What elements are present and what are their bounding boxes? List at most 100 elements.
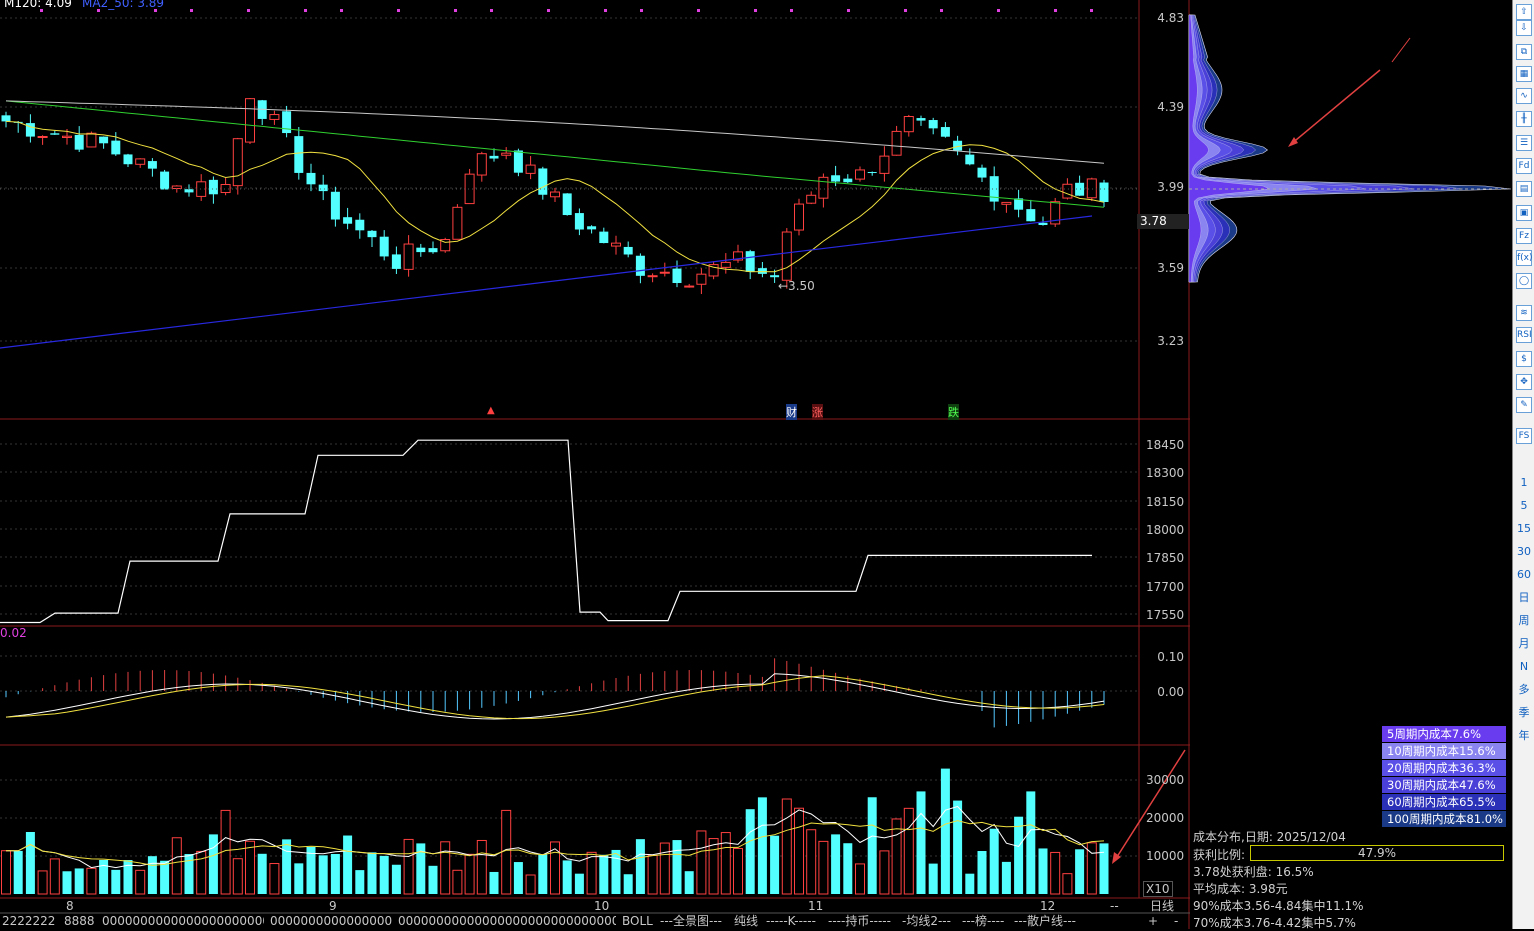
month-label: 9 [329, 899, 337, 913]
profit-bar: 47.9% [1250, 845, 1504, 861]
candle-body [599, 231, 609, 244]
volume-bar [330, 854, 340, 894]
candle-body [1086, 178, 1097, 199]
bottom-tab[interactable]: ---全景图--- [660, 914, 728, 929]
volume-bar [745, 809, 755, 894]
candle-body [550, 191, 560, 198]
bottom-tab[interactable]: 2222222 [2, 914, 60, 929]
volume-bar [428, 865, 438, 894]
candle-body [891, 130, 902, 156]
bottom-tab[interactable]: 8888 [64, 914, 98, 929]
bottom-tab[interactable]: ---散户线--- [1014, 914, 1086, 929]
circle-icon[interactable]: ◯ [1516, 273, 1532, 289]
bottom-tab[interactable]: 000000000000000000000000 [102, 914, 264, 929]
bottom-tab[interactable]: -----K----- [766, 914, 822, 929]
move-icon[interactable]: ✥ [1516, 374, 1532, 390]
candle-body [684, 285, 695, 288]
volume-bar [1001, 861, 1011, 894]
mid-tick: 18150 [1146, 495, 1185, 509]
volume-bar [928, 863, 938, 894]
signal-marker [754, 9, 757, 12]
arrow-up-icon[interactable]: ⇧ [1516, 4, 1532, 20]
period-label[interactable]: 日线 [1150, 899, 1180, 914]
wave-icon[interactable]: ≋ [1516, 305, 1532, 321]
volume-bar [696, 830, 707, 895]
event-marker-icon[interactable]: ▲ [487, 405, 495, 416]
period-button[interactable]: 日 [1515, 589, 1533, 607]
dash-button[interactable]: -- [1110, 899, 1124, 914]
volume-bar [160, 860, 170, 894]
period-button[interactable]: 1 [1515, 474, 1533, 492]
signal-marker [847, 9, 850, 12]
grid-icon[interactable]: ▤ [1516, 181, 1532, 197]
zoom-out-button[interactable]: - [1174, 914, 1186, 929]
bottom-tab[interactable]: ----持币----- [828, 914, 896, 929]
bottom-tab[interactable]: 纯线 [734, 914, 762, 929]
table-icon[interactable]: ▦ [1516, 66, 1532, 82]
candle-body [745, 251, 755, 272]
candle-body [611, 242, 621, 247]
line-chart-icon[interactable]: ∿ [1516, 88, 1532, 104]
period-button[interactable]: 季 [1515, 704, 1533, 722]
mid-tick: 18450 [1146, 438, 1185, 452]
cost-legend-row: 100周期内成本81.0% [1382, 811, 1506, 827]
holding-step-line [0, 439, 1092, 624]
chart-canvas[interactable] [0, 0, 1534, 929]
copy-icon[interactable]: ⧉ [1516, 44, 1532, 60]
signal-marker [697, 9, 700, 12]
candle-body [74, 134, 84, 150]
volume-bar [720, 832, 731, 895]
bottom-tab[interactable]: 0000000000000000003 [270, 914, 392, 929]
volume-bar [464, 853, 475, 895]
event-tag-finance[interactable]: 财 [786, 404, 797, 420]
money-icon[interactable]: $ [1516, 351, 1532, 367]
fzs-icon[interactable]: Fz [1516, 228, 1532, 244]
volume-bar [770, 835, 780, 894]
list-icon[interactable]: ☰ [1516, 135, 1532, 151]
period-button[interactable]: 15 [1515, 520, 1533, 538]
event-tag-fall[interactable]: 跌 [948, 404, 959, 420]
volume-tick: 30000 [1146, 773, 1185, 787]
period-button[interactable]: 年 [1515, 727, 1533, 745]
period-button[interactable]: 60 [1515, 566, 1533, 584]
fx-icon[interactable]: f(x) [1516, 250, 1533, 266]
candle-body [916, 118, 926, 121]
period-button[interactable]: N [1515, 658, 1533, 676]
bottom-tab[interactable]: 00000000000000000000000000000000003 [398, 914, 616, 929]
volume-bar [867, 797, 877, 894]
zoom-in-button[interactable]: + [1148, 914, 1160, 929]
bottom-tab[interactable]: ---榜---- [962, 914, 1010, 929]
period-button[interactable]: 多 [1515, 681, 1533, 699]
volume-bar [147, 856, 157, 894]
volume-bar [940, 768, 950, 894]
book-icon[interactable]: ▣ [1516, 205, 1532, 221]
fund-icon[interactable]: Fd [1516, 158, 1532, 174]
pen-icon[interactable]: ✎ [1516, 397, 1532, 413]
bottom-tab[interactable]: -均线2--- [902, 914, 958, 929]
profit-label: 获利比例: [1193, 848, 1246, 862]
arrow-down-icon[interactable]: ⇩ [1516, 20, 1532, 36]
fs-icon[interactable]: FS [1516, 428, 1532, 444]
candle-body [623, 246, 633, 255]
candle-body [501, 152, 512, 156]
volume-bar [684, 871, 694, 894]
volume-bar [1050, 851, 1061, 895]
candle-body [928, 120, 938, 129]
candlestick-icon[interactable]: ╫ [1516, 111, 1532, 127]
candle-body [562, 193, 572, 216]
candle-body [1026, 209, 1036, 222]
candle-body [245, 98, 255, 143]
rsi-icon[interactable]: RSI [1516, 327, 1532, 343]
macd-tick: 0.00 [1157, 685, 1184, 699]
period-button[interactable]: 周 [1515, 612, 1533, 630]
volume-bar [513, 862, 523, 894]
candle-body [111, 140, 121, 155]
bottom-tab[interactable]: BOLL [622, 914, 654, 929]
period-button[interactable]: 5 [1515, 497, 1533, 515]
volume-bar [208, 834, 218, 894]
event-tag-rise[interactable]: 涨 [812, 404, 823, 420]
candle-body [587, 226, 597, 230]
signal-marker [454, 9, 457, 12]
period-button[interactable]: 30 [1515, 543, 1533, 561]
period-button[interactable]: 月 [1515, 635, 1533, 653]
